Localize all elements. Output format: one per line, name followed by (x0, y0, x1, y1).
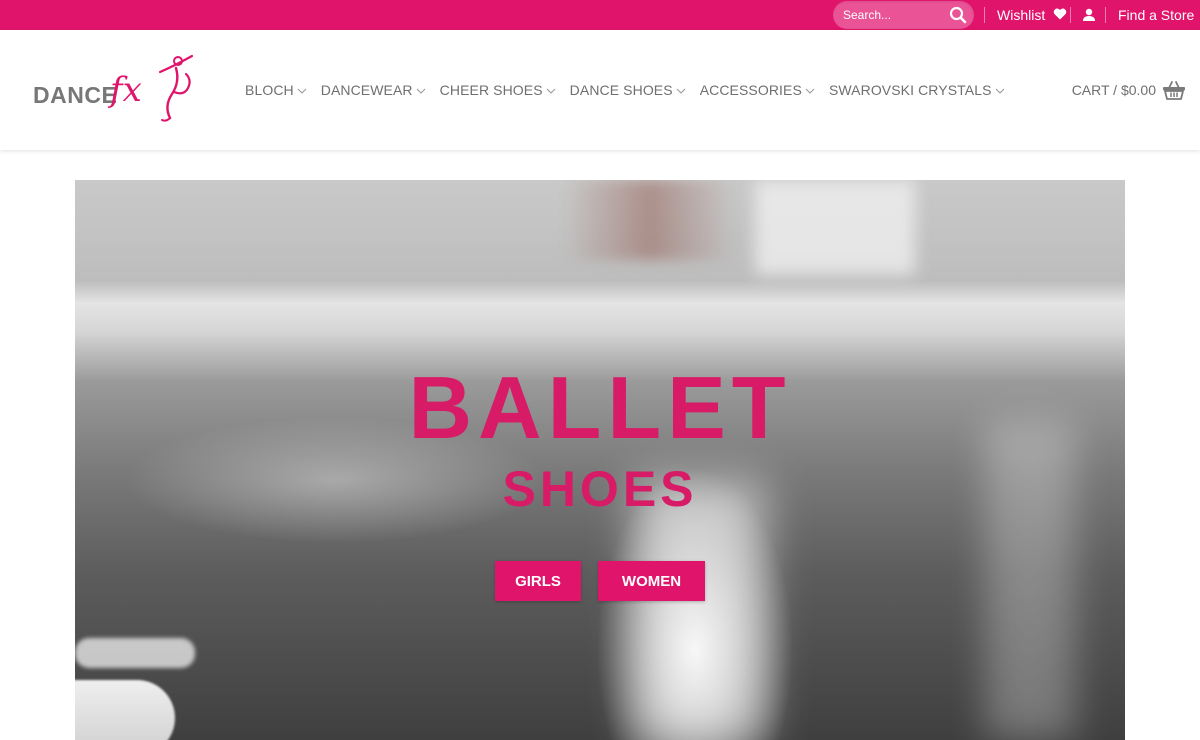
nav-item-label: BLOCH (245, 82, 294, 98)
top-bar: Wishlist Find a Store (0, 0, 1200, 30)
nav-item-label: DANCE SHOES (569, 82, 673, 98)
chevron-down-icon (805, 88, 815, 94)
nav-item-label: SWAROVSKI CRYSTALS (828, 82, 992, 98)
site-header: DANCE fx BLOCH DANCEWEAR CHEER SHOES DAN… (0, 30, 1200, 150)
chevron-down-icon (297, 88, 307, 94)
background-decoration (565, 180, 735, 260)
main-nav: BLOCH DANCEWEAR CHEER SHOES DANCE SHOES … (245, 30, 1019, 150)
nav-item-bloch[interactable]: BLOCH (245, 82, 307, 98)
logo-word: DANCE (33, 82, 118, 108)
hero-subtitle: SHOES (502, 461, 698, 517)
chevron-down-icon (995, 88, 1004, 94)
chevron-down-icon (546, 88, 556, 94)
heart-icon (1053, 0, 1067, 30)
dancer-logo-icon (158, 54, 194, 122)
nav-item-dance-shoes[interactable]: DANCE SHOES (570, 82, 686, 98)
user-icon[interactable] (1082, 8, 1096, 27)
nav-item-label: ACCESSORIES (699, 82, 802, 98)
hero-banner: BALLET SHOES GIRLS WOMEN (75, 180, 1125, 740)
ballet-shoe-ribbon (75, 638, 195, 668)
basket-icon (1163, 81, 1185, 100)
hero-title: BALLET (408, 358, 792, 457)
floor-reflection (635, 480, 765, 740)
nav-item-accessories[interactable]: ACCESSORIES (700, 82, 815, 98)
divider (984, 7, 985, 23)
cart-label: CART / $0.00 (1071, 82, 1156, 98)
nav-item-label: CHEER SHOES (439, 82, 543, 98)
search-box[interactable] (833, 1, 974, 29)
nav-item-swarovski-crystals[interactable]: SWAROVSKI CRYSTALS (829, 82, 1005, 98)
search-input[interactable] (843, 1, 943, 29)
divider (1070, 7, 1071, 23)
wishlist-link[interactable]: Wishlist (997, 0, 1067, 30)
chevron-down-icon (676, 88, 686, 94)
women-button[interactable]: WOMEN (598, 561, 705, 601)
nav-item-dancewear[interactable]: DANCEWEAR (321, 82, 426, 98)
ballet-shoe-image (75, 680, 175, 740)
nav-item-label: DANCEWEAR (320, 82, 413, 98)
wishlist-label: Wishlist (997, 7, 1046, 23)
divider (1105, 7, 1106, 23)
find-store-link[interactable]: Find a Store (1118, 0, 1194, 30)
girls-button[interactable]: GIRLS (495, 561, 581, 601)
background-decoration (755, 180, 915, 275)
search-icon[interactable] (949, 6, 967, 24)
logo[interactable]: DANCE fx (30, 52, 200, 130)
nav-item-cheer-shoes[interactable]: CHEER SHOES (440, 82, 556, 98)
chevron-down-icon (416, 88, 426, 94)
cart-link[interactable]: CART / $0.00 (1072, 30, 1186, 150)
logo-script: fx (110, 70, 142, 110)
